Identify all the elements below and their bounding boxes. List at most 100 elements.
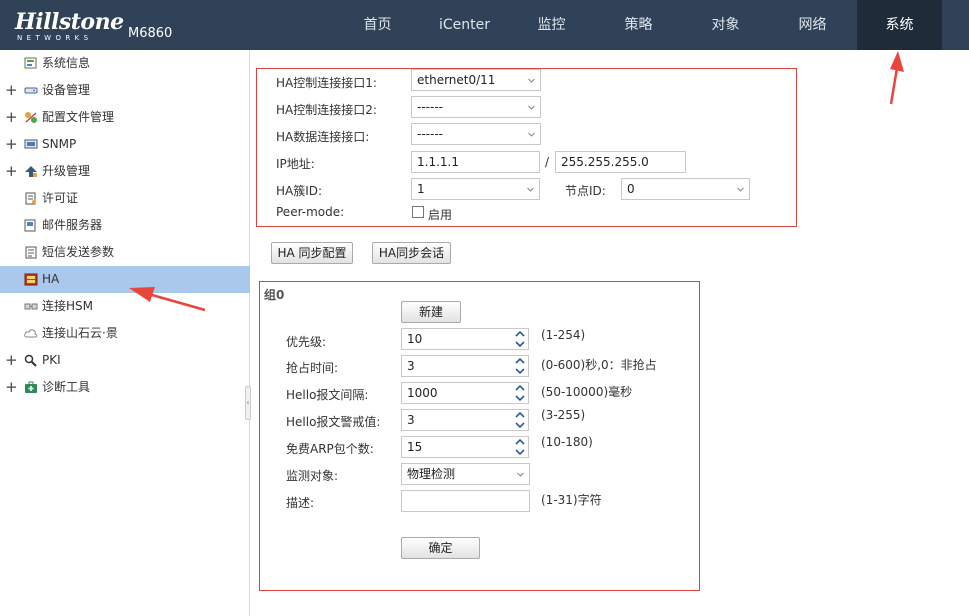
- content-area: HA控制连接接口1: ethernet0/11 HA控制连接接口2: -----…: [251, 50, 969, 616]
- chevron-up-icon[interactable]: [515, 357, 525, 365]
- chevron-up-icon[interactable]: [515, 384, 525, 392]
- sidebar-item-license[interactable]: 许可证: [0, 185, 250, 212]
- node-id-label: 节点ID:: [565, 184, 606, 198]
- arp-count-value: 15: [407, 440, 423, 454]
- nav-home[interactable]: 首页: [334, 0, 421, 50]
- arp-count-stepper[interactable]: 15: [401, 436, 529, 458]
- chevron-up-icon[interactable]: [515, 330, 525, 338]
- sidebar-item-pki[interactable]: + PKI: [0, 347, 250, 374]
- cluster-id-value: 1: [417, 182, 425, 196]
- hello-interval-value: 1000: [407, 386, 438, 400]
- sidebar-item-label: 诊断工具: [42, 380, 91, 394]
- diagnostic-icon: [25, 381, 37, 393]
- nav-network[interactable]: 网络: [769, 0, 856, 50]
- preempt-stepper[interactable]: 3: [401, 355, 529, 377]
- node-id-select[interactable]: 0: [621, 178, 750, 200]
- hsm-icon: [24, 303, 38, 310]
- cloud-icon: [24, 329, 38, 338]
- chevron-down-icon[interactable]: [515, 448, 525, 456]
- group-title: 组0: [264, 288, 285, 302]
- ha-icon: [24, 273, 38, 286]
- description-hint: (1-31)字符: [541, 493, 602, 507]
- expand-plus-icon[interactable]: +: [5, 158, 18, 185]
- stepper-buttons: [513, 410, 528, 430]
- sidebar-item-cloud[interactable]: 连接山石云·景: [0, 320, 250, 347]
- chevron-down-icon[interactable]: [515, 367, 525, 375]
- expand-plus-icon[interactable]: +: [5, 77, 18, 104]
- ip-label: IP地址:: [276, 157, 315, 171]
- hello-threshold-stepper[interactable]: 3: [401, 409, 529, 431]
- chevron-down-icon[interactable]: [515, 421, 525, 429]
- stepper-buttons: [513, 383, 528, 403]
- sidebar-item-config-file[interactable]: + 配置文件管理: [0, 104, 250, 131]
- upgrade-icon: [25, 166, 37, 177]
- monitor-object-select[interactable]: 物理检测: [401, 463, 530, 485]
- priority-stepper[interactable]: 10: [401, 328, 529, 350]
- hillstone-logo[interactable]: Hillstone NETWORKS M6860: [15, 9, 175, 43]
- expand-plus-icon[interactable]: +: [5, 347, 18, 374]
- nav-system[interactable]: 系统: [857, 0, 942, 50]
- preempt-hint: (0-600)秒,0：非抢占: [541, 358, 657, 372]
- chevron-down-icon: [528, 132, 535, 137]
- priority-hint: (1-254): [541, 328, 586, 342]
- main-nav: 首页 iCenter 监控 策略 对象 网络 系统: [334, 0, 942, 50]
- chevron-up-icon[interactable]: [515, 438, 525, 446]
- logo-brand-text: Hillstone: [15, 9, 124, 35]
- sidebar-item-label: 邮件服务器: [42, 218, 103, 232]
- chevron-down-icon: [528, 105, 535, 110]
- chevron-down-icon: [737, 187, 744, 192]
- sidebar-item-upgrade[interactable]: + 升级管理: [0, 158, 250, 185]
- chevron-up-icon[interactable]: [515, 411, 525, 419]
- ctrl-if1-select[interactable]: ethernet0/11: [411, 69, 541, 91]
- new-group-button[interactable]: 新建: [401, 301, 461, 323]
- data-if-select[interactable]: ------: [411, 123, 541, 145]
- expand-plus-icon[interactable]: +: [5, 131, 18, 158]
- preempt-value: 3: [407, 359, 415, 373]
- sidebar-item-diagnostic[interactable]: + 诊断工具: [0, 374, 250, 401]
- hello-interval-stepper[interactable]: 1000: [401, 382, 529, 404]
- nav-icenter[interactable]: iCenter: [421, 0, 508, 50]
- sidebar-item-mail-server[interactable]: 邮件服务器: [0, 212, 250, 239]
- stepper-buttons: [513, 329, 528, 349]
- logo-sub-text: NETWORKS: [17, 34, 93, 42]
- sidebar-item-ha[interactable]: HA: [0, 266, 250, 293]
- ip-address-input[interactable]: 1.1.1.1: [411, 151, 540, 173]
- node-id-value: 0: [627, 182, 635, 196]
- sidebar-item-sms[interactable]: 短信发送参数: [0, 239, 250, 266]
- nav-policy[interactable]: 策略: [595, 0, 682, 50]
- chevron-down-icon[interactable]: [515, 340, 525, 348]
- sidebar-item-label: 系统信息: [42, 56, 91, 70]
- monitor-object-value: 物理检测: [407, 467, 456, 481]
- netmask-input[interactable]: 255.255.255.0: [555, 151, 686, 173]
- ip-separator: /: [545, 155, 550, 169]
- ha-sync-session-button[interactable]: HA同步会话: [372, 242, 451, 264]
- ctrl-if2-label: HA控制连接接口2:: [276, 103, 377, 117]
- sidebar-item-hsm[interactable]: 连接HSM: [0, 293, 250, 320]
- device-icon: [24, 87, 38, 94]
- expand-plus-icon[interactable]: +: [5, 374, 18, 401]
- netmask-value: 255.255.255.0: [561, 155, 649, 169]
- nav-monitor[interactable]: 监控: [508, 0, 595, 50]
- expand-plus-icon[interactable]: +: [5, 104, 18, 131]
- cluster-id-select[interactable]: 1: [411, 178, 540, 200]
- chevron-down-icon[interactable]: [515, 394, 525, 402]
- sidebar-item-label: 连接HSM: [42, 299, 93, 313]
- confirm-button[interactable]: 确定: [401, 537, 480, 559]
- sidebar-item-system-info[interactable]: 系统信息: [0, 50, 250, 77]
- hello-interval-label: Hello报文间隔:: [286, 388, 369, 402]
- ha-sync-config-button[interactable]: HA 同步配置: [271, 242, 353, 264]
- description-input[interactable]: [401, 490, 530, 512]
- nav-object[interactable]: 对象: [682, 0, 769, 50]
- sidebar-item-device-management[interactable]: + 设备管理: [0, 77, 250, 104]
- sms-icon: [25, 246, 37, 259]
- peer-mode-checkbox-label[interactable]: 启用: [428, 206, 452, 223]
- ctrl-if1-value: ethernet0/11: [417, 73, 496, 87]
- stepper-buttons: [513, 356, 528, 376]
- mail-icon: [24, 219, 36, 232]
- sidebar-item-snmp[interactable]: + SNMP: [0, 131, 250, 158]
- hello-interval-hint: (50-10000)毫秒: [541, 385, 633, 399]
- ha-link-settings-highlight: [256, 68, 797, 227]
- description-label: 描述:: [286, 496, 315, 510]
- peer-mode-checkbox[interactable]: [412, 206, 424, 218]
- ctrl-if2-select[interactable]: ------: [411, 96, 541, 118]
